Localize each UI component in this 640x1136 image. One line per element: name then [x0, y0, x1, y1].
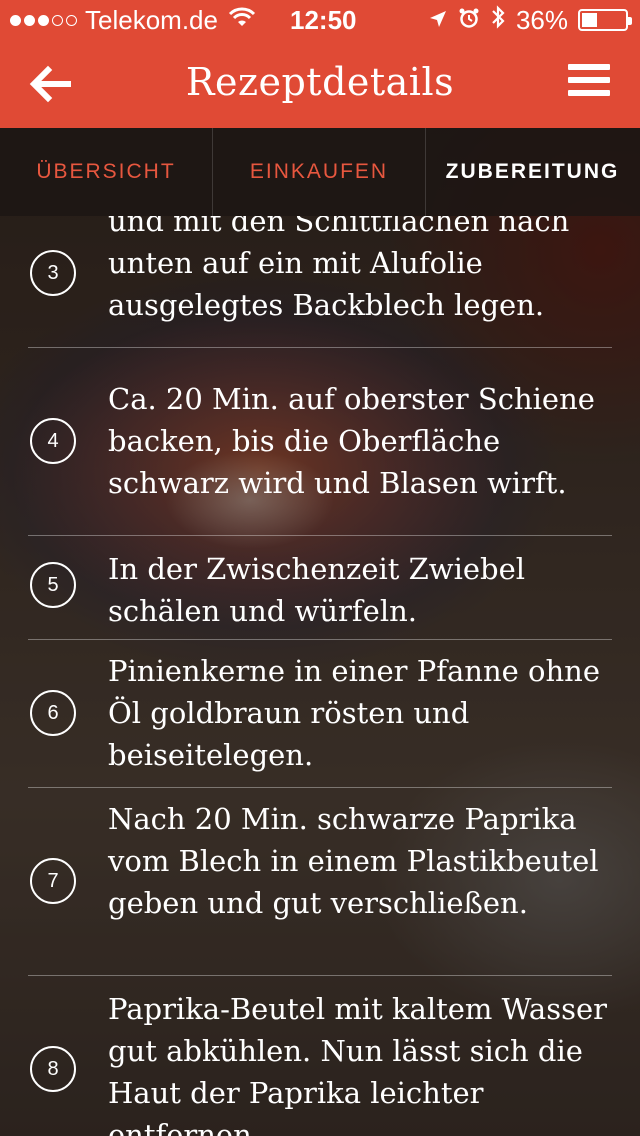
preparation-steps-list: 3 und mit den Schittflächen nach unten a…	[0, 216, 640, 1136]
location-arrow-icon	[428, 5, 448, 36]
status-bar: Telekom.de 12:50 36%	[0, 0, 640, 40]
tab-zubereitung[interactable]: ZUBEREITUNG	[426, 128, 639, 216]
bluetooth-icon	[490, 4, 506, 36]
step-text: Nach 20 Min. schwarze Paprika vom Blech …	[108, 802, 599, 920]
hamburger-menu-icon	[568, 64, 610, 96]
battery-icon	[578, 9, 632, 31]
tab-uebersicht[interactable]: ÜBERSICHT	[0, 128, 213, 216]
step-text: Ca. 20 Min. auf oberster Schiene backen,…	[108, 382, 595, 500]
signal-strength-icon	[10, 14, 77, 26]
list-item: 7 Nach 20 Min. schwarze Paprika vom Blec…	[28, 788, 612, 976]
carrier-name: Telekom.de	[85, 4, 218, 35]
step-number: 5	[30, 562, 76, 608]
step-text: Pinienkerne in einer Pfanne ohne Öl gold…	[108, 654, 601, 772]
clock: 12:50	[290, 4, 357, 35]
tab-bar: ÜBERSICHT EINKAUFEN ZUBEREITUNG	[0, 128, 640, 216]
navigation-bar: Rezeptdetails	[0, 40, 640, 128]
battery-percent: 36%	[515, 4, 568, 35]
list-item: 8 Paprika-Beutel mit kaltem Wasser gut a…	[28, 976, 612, 1136]
list-item: 3 und mit den Schittflächen nach unten a…	[28, 216, 612, 348]
step-text: Paprika-Beutel mit kaltem Wasser gut abk…	[108, 992, 608, 1136]
step-number: 4	[30, 418, 76, 464]
alarm-clock-icon	[458, 5, 480, 36]
step-number: 7	[30, 858, 76, 904]
list-item: 6 Pinienkerne in einer Pfanne ohne Öl go…	[28, 640, 612, 788]
menu-button[interactable]	[568, 64, 610, 100]
step-number: 8	[30, 1046, 76, 1092]
list-item: 4 Ca. 20 Min. auf oberster Schiene backe…	[28, 348, 612, 536]
wifi-icon	[228, 6, 256, 35]
step-text: und mit den Schittflächen nach unten auf…	[108, 216, 570, 322]
page-title: Rezeptdetails	[185, 60, 455, 104]
tab-einkaufen[interactable]: EINKAUFEN	[213, 128, 426, 216]
step-number: 3	[30, 250, 76, 296]
step-text: In der Zwischenzeit Zwiebel schälen und …	[108, 552, 526, 628]
list-item: 5 In der Zwischenzeit Zwiebel schälen un…	[28, 536, 612, 640]
battery-level	[582, 13, 597, 27]
step-number: 6	[30, 690, 76, 736]
